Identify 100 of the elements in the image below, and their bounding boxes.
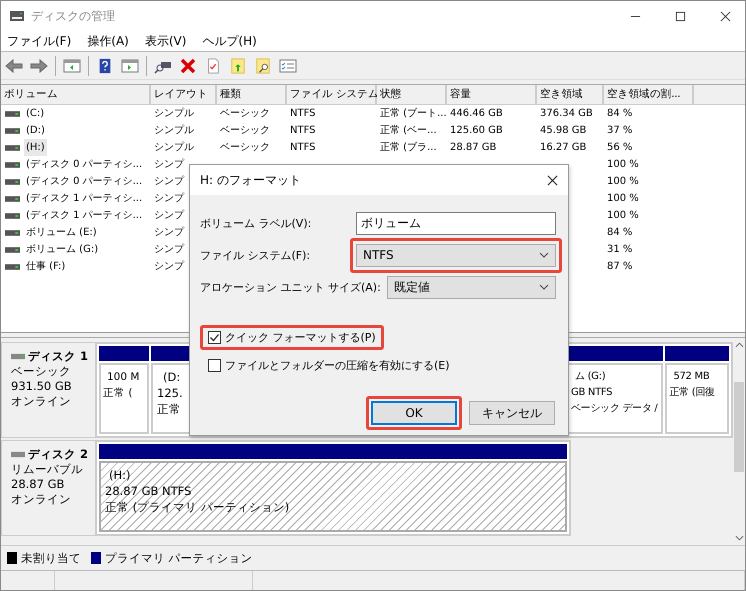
column-header[interactable]: ファイル システム [287,85,377,105]
column-header[interactable]: レイアウト [151,85,217,105]
menu-item[interactable]: 操作(A) [87,32,129,50]
volume-name[interactable]: (H:) [24,139,47,156]
table-cell: シンプ [154,261,184,272]
disk-detail: リムーバブル [11,462,84,477]
table-cell: 100 % [607,210,639,221]
table-cell: シンプル [154,142,194,153]
scroll-up-icon[interactable] [734,342,744,348]
volume-name[interactable]: 仕事 (F:) [24,258,68,275]
column-header[interactable]: 状態 [377,85,447,105]
menu-item[interactable]: ファイル(F) [7,32,72,50]
volume-name[interactable]: (D:) [24,122,47,139]
drive-icon [5,228,20,236]
column-header[interactable]: ボリューム [1,85,151,105]
table-cell: 37 % [607,125,632,136]
disk-name: ディスク 1 [11,349,95,364]
field-label: アロケーション ユニット サイズ(A): [200,280,381,294]
scroll-thumb[interactable] [734,382,744,472]
table-cell: 446.46 GB [450,108,503,119]
chevron-down-icon [539,284,549,290]
disk-info-panel[interactable]: ディスク 2 リムーバブル 28.87 GB オンライン [1,440,97,536]
dialog-title: H: のフォーマット [200,172,301,188]
table-cell: 87 % [607,261,632,272]
partition-block[interactable]: 100 M 正常 ( [99,346,149,434]
folder-up-icon[interactable] [229,58,247,74]
disk-detail: ベーシック [11,364,72,379]
menu-item[interactable]: 表示(V) [144,32,186,50]
chevron-down-icon [539,252,549,258]
dropdown[interactable]: 既定値 [386,276,556,298]
drive-icon [5,246,20,254]
table-cell: シンプ [154,176,184,187]
volume-name[interactable]: (ディスク 1 パーティシ... [24,207,144,224]
field-label: ファイル システム(F): [200,248,310,262]
checkbox-label[interactable]: ファイルとフォルダーの圧縮を有効にする(E) [225,358,450,373]
disk-name: ディスク 2 [11,447,95,462]
checkbox[interactable] [208,359,221,372]
table-cell: 100 % [607,159,639,170]
table-cell: ベーシック [220,125,270,136]
legend-label: 未割り当て [21,550,81,566]
disk-info-panel[interactable]: ディスク 1 ベーシック 931.50 GB オンライン [1,342,97,438]
close-icon[interactable] [547,174,558,186]
panel-icon[interactable] [121,58,139,74]
ok-button[interactable]: OK [371,401,457,425]
column-header[interactable]: 空き領域の割... [604,85,694,105]
drive-icon [5,126,20,134]
menu-item[interactable]: ヘルプ(H) [202,32,257,50]
volume-name[interactable]: ボリューム (E:) [24,224,99,241]
volume-name[interactable]: (C:) [24,105,46,122]
table-cell: 31 % [607,244,632,255]
table-cell: ベーシック [220,142,270,153]
disk-detail: オンライン [11,492,72,507]
maximize-icon[interactable] [675,10,686,22]
cancel-button[interactable]: キャンセル [469,401,555,425]
table-cell: シンプ [154,193,184,204]
table-cell: NTFS [290,142,316,153]
column-header[interactable]: 容量 [447,85,537,105]
disk-detail: 28.87 GB [11,477,66,492]
drive-icon [5,262,20,270]
table-cell: 100 % [607,193,639,204]
forward-arrow-icon[interactable] [30,58,48,74]
scroll-down-icon[interactable] [734,535,744,541]
table-cell: シンプル [154,108,194,119]
dropdown[interactable]: NTFS [356,244,556,266]
table-cell: 125.60 GB [450,125,503,136]
table-cell: ベーシック [220,108,270,119]
table-cell: シンプ [154,159,184,170]
table-cell: NTFS [290,108,316,119]
partition-block[interactable]: 572 MB 正常 (回復 [665,346,730,434]
checkbox[interactable] [208,331,221,344]
volume-name[interactable]: (ディスク 0 パーティシ... [24,173,144,190]
drive-icon [5,110,20,118]
table-cell: シンプ [154,210,184,221]
table-cell: 16.27 GB [540,142,586,153]
delete-icon[interactable] [179,58,197,74]
volume-name[interactable]: ボリューム (G:) [24,241,100,258]
dropdown-value: 既定値 [394,278,430,296]
partition-block[interactable]: (H:) 28.87 GB NTFS 正常 (プライマリ パーティション) [99,444,567,532]
table-cell: 84 % [607,227,632,238]
back-arrow-icon[interactable] [5,58,23,74]
column-header[interactable]: 種類 [217,85,287,105]
volume-label-field[interactable]: ボリューム [356,212,556,234]
drive-icon [5,194,20,202]
table-cell: 正常 (ブラ... [380,142,437,153]
checklist-icon[interactable] [279,58,297,74]
field-label: ボリューム ラベル(V): [200,216,312,230]
close-icon[interactable] [720,10,731,22]
dropdown-value: NTFS [363,248,394,262]
window-title: ディスクの管理 [31,8,115,24]
table-cell: 45.98 GB [540,125,586,136]
panel-icon[interactable] [63,58,81,74]
table-cell: シンプル [154,125,194,136]
column-header[interactable]: 空き領域 [537,85,604,105]
volume-name[interactable]: (ディスク 0 パーティシ... [24,156,144,173]
disk-detail: 931.50 GB [11,379,73,394]
volume-name[interactable]: (ディスク 1 パーティシ... [24,190,144,207]
folder-search-icon[interactable] [254,58,272,74]
legend-label: プライマリ パーティション [105,550,253,566]
disk-detail: オンライン [11,394,72,409]
table-cell: NTFS [290,125,316,136]
